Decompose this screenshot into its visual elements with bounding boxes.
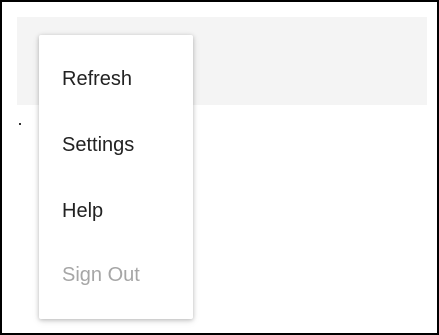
menu-item-refresh[interactable]: Refresh xyxy=(39,51,193,107)
stray-dot xyxy=(19,123,21,125)
menu-item-help[interactable]: Help xyxy=(39,183,193,239)
menu-item-sign-out: Sign Out xyxy=(62,263,140,286)
menu-item-settings[interactable]: Settings xyxy=(39,117,193,173)
screenshot-frame: Refresh Settings Help Sign Out xyxy=(0,0,439,335)
overflow-menu: Refresh Settings Help Sign Out xyxy=(39,35,193,319)
